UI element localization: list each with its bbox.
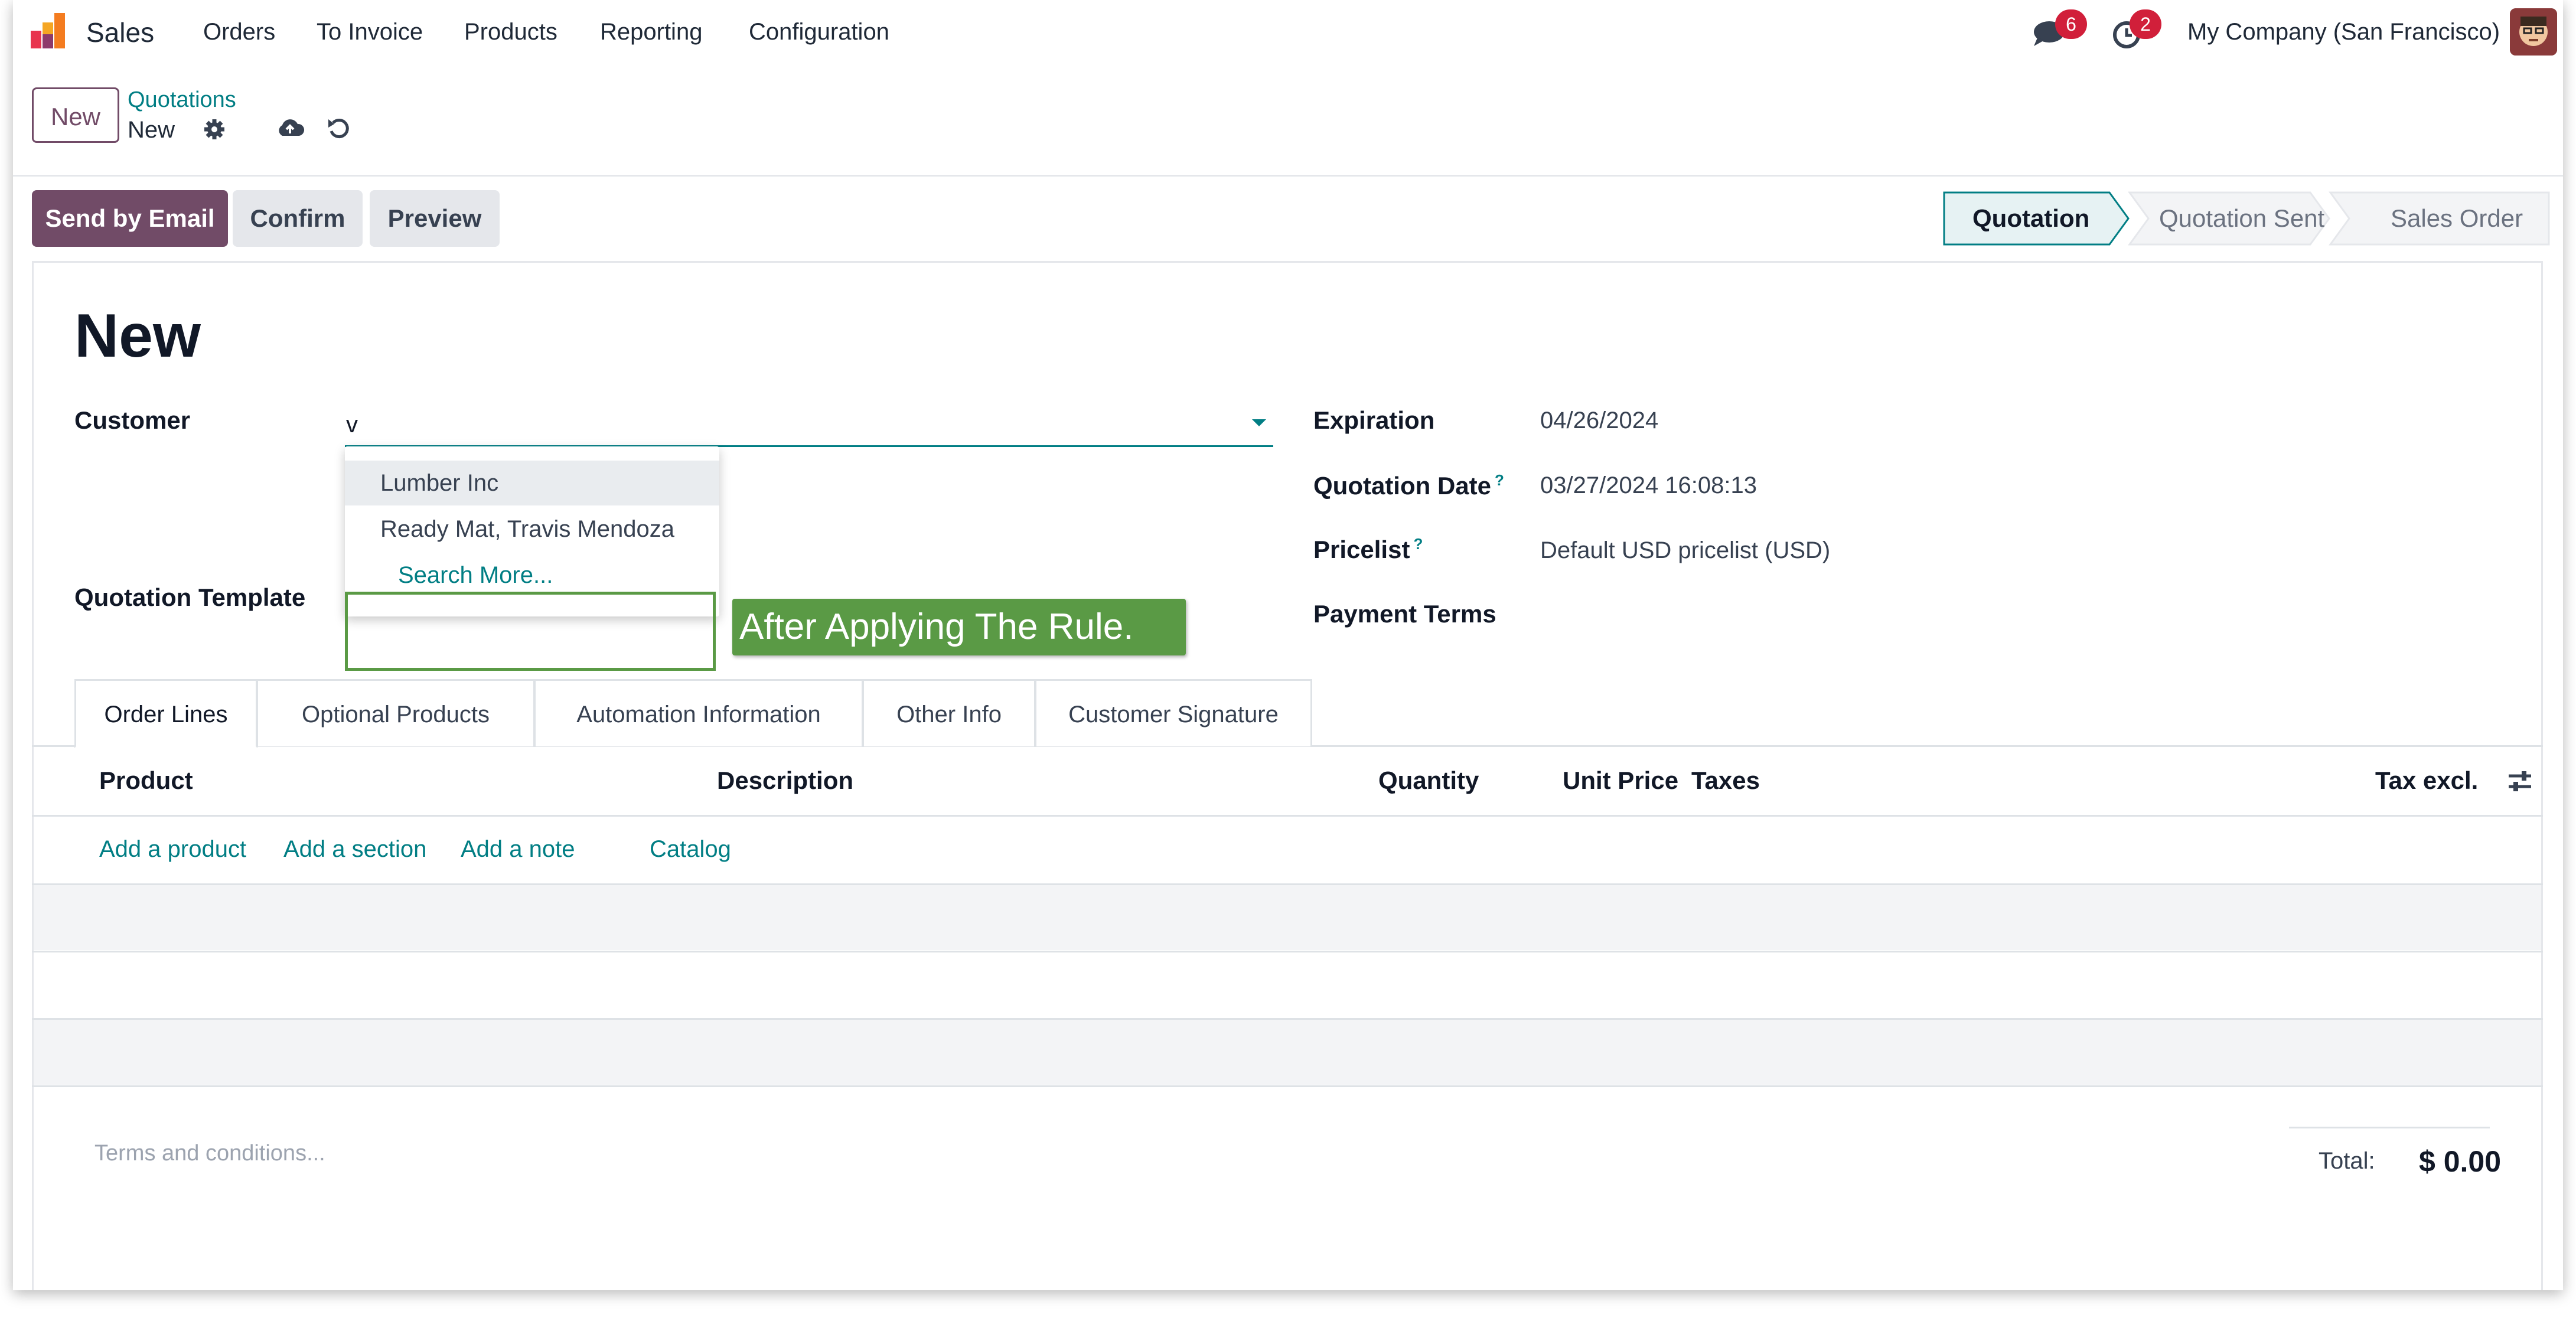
tab-customer-signature[interactable]: Customer Signature (1035, 679, 1312, 746)
sales-app-icon[interactable] (28, 11, 70, 52)
customer-label: Customer (74, 406, 191, 434)
column-unit-price[interactable]: Unit Price (1563, 766, 1678, 795)
stage-quotation-sent[interactable]: Quotation Sent (2159, 204, 2324, 233)
quotation-date-value[interactable]: 03/27/2024 16:08:13 (1540, 472, 1757, 499)
menu-configuration[interactable]: Configuration (749, 19, 889, 45)
activities-badge: 2 (2130, 9, 2161, 39)
preview-button[interactable]: Preview (370, 190, 500, 247)
expiration-label: Expiration (1313, 406, 1435, 434)
app-window: Sales Orders To Invoice Products Reporti… (13, 0, 2563, 1290)
total-divider (2289, 1127, 2490, 1128)
autocomplete-item[interactable]: Lumber Inc (345, 461, 719, 505)
control-panel-divider (13, 175, 2563, 177)
catalog-link[interactable]: Catalog (650, 836, 731, 863)
add-section-link[interactable]: Add a section (283, 836, 426, 863)
row-divider (32, 1085, 2543, 1087)
app-name[interactable]: Sales (86, 17, 154, 48)
column-taxes[interactable]: Taxes (1691, 766, 1760, 795)
terms-and-conditions-field[interactable]: Terms and conditions... (94, 1141, 325, 1166)
tab-other-info[interactable]: Other Info (862, 679, 1036, 746)
expiration-value[interactable]: 04/26/2024 (1540, 407, 1658, 434)
stage-quotation[interactable]: Quotation (1972, 204, 2089, 233)
gear-icon[interactable] (203, 118, 226, 141)
save-cloud-icon[interactable] (275, 116, 305, 139)
discard-undo-icon[interactable] (326, 116, 352, 142)
user-avatar[interactable] (2510, 8, 2557, 56)
tab-order-lines[interactable]: Order Lines (74, 679, 257, 748)
confirm-button[interactable]: Confirm (233, 190, 363, 247)
quotation-template-label: Quotation Template (74, 583, 306, 611)
payment-terms-label: Payment Terms (1313, 600, 1496, 628)
help-icon[interactable]: ? (1495, 471, 1504, 489)
search-more-link[interactable]: Search More... (345, 553, 719, 598)
avatar-icon (2510, 8, 2557, 56)
company-switcher[interactable]: My Company (San Francisco) (2187, 19, 2500, 45)
pricelist-value[interactable]: Default USD pricelist (USD) (1540, 537, 1830, 564)
quotation-date-label-text: Quotation Date (1313, 472, 1491, 500)
menu-reporting[interactable]: Reporting (600, 19, 702, 45)
status-bar: Quotation Quotation Sent Sales Order (1943, 190, 2550, 247)
column-description[interactable]: Description (717, 766, 853, 795)
pricelist-label: Pricelist? (1313, 535, 1423, 564)
empty-table-row (34, 1020, 2541, 1085)
total-value: $ 0.00 (2419, 1145, 2502, 1178)
menu-to-invoice[interactable]: To Invoice (317, 19, 423, 45)
customer-autocomplete-dropdown: Lumber Inc Ready Mat, Travis Mendoza Sea… (345, 446, 719, 616)
tab-optional-products[interactable]: Optional Products (256, 679, 535, 746)
main-navbar: Sales Orders To Invoice Products Reporti… (13, 0, 2563, 65)
tab-automation-information[interactable]: Automation Information (534, 679, 863, 746)
column-tax-excl[interactable]: Tax excl. (2375, 766, 2478, 795)
annotation-tooltip: After Applying The Rule. (732, 599, 1186, 655)
activities-button[interactable]: 2 (2112, 9, 2171, 51)
menu-products[interactable]: Products (464, 19, 557, 45)
messages-badge: 6 (2055, 9, 2087, 39)
add-product-link[interactable]: Add a product (99, 836, 246, 863)
column-product[interactable]: Product (99, 766, 193, 795)
highlight-box (345, 592, 716, 671)
empty-table-row (34, 952, 2541, 1017)
pricelist-label-text: Pricelist (1313, 536, 1410, 563)
optional-columns-icon[interactable] (2506, 768, 2533, 795)
breadcrumb-quotations[interactable]: Quotations (128, 87, 236, 113)
record-title: New (74, 302, 201, 370)
header-divider (32, 815, 2543, 817)
new-record-button[interactable]: New (32, 87, 119, 143)
stage-sales-order[interactable]: Sales Order (2391, 204, 2523, 233)
quotation-date-label: Quotation Date? (1313, 471, 1504, 500)
add-note-link[interactable]: Add a note (461, 836, 575, 863)
autocomplete-item[interactable]: Ready Mat, Travis Mendoza (345, 507, 719, 552)
send-by-email-button[interactable]: Send by Email (32, 190, 228, 247)
menu-orders[interactable]: Orders (203, 19, 275, 45)
messages-button[interactable]: 6 (2032, 9, 2091, 51)
help-icon[interactable]: ? (1413, 535, 1423, 553)
customer-dropdown-caret-icon[interactable] (1252, 419, 1266, 426)
column-quantity[interactable]: Quantity (1378, 766, 1479, 795)
total-label: Total: (2319, 1148, 2375, 1174)
customer-input[interactable] (345, 406, 1273, 447)
breadcrumb-current: New (128, 117, 175, 143)
empty-table-row (34, 885, 2541, 950)
